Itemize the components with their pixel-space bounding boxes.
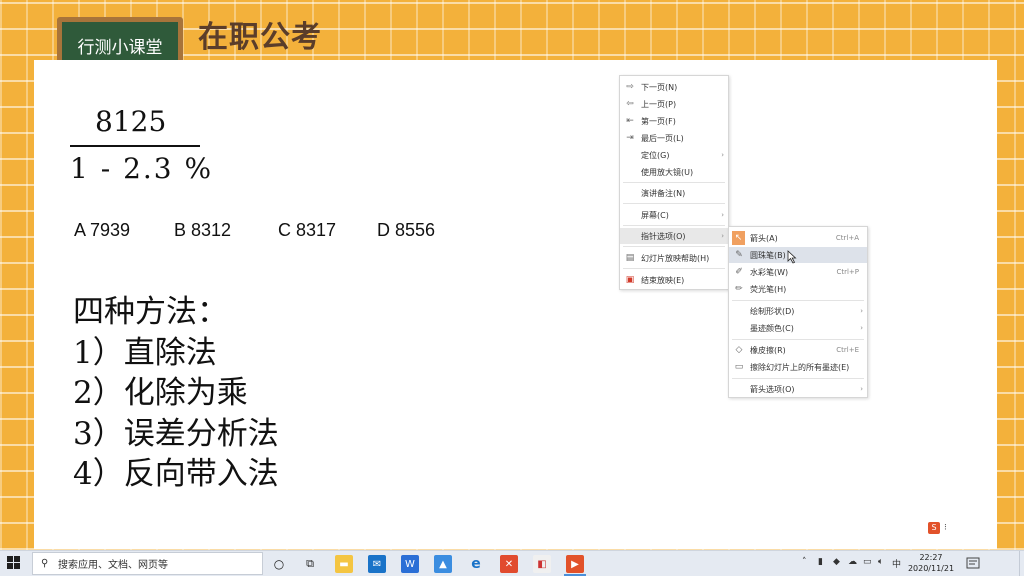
cloud-icon[interactable]: ☁ xyxy=(848,557,857,567)
menu-item-previous[interactable]: ⇦ 上一页(P) xyxy=(620,96,728,112)
search-icon: ⚲ xyxy=(41,558,49,569)
arrow-left-icon: ⇦ xyxy=(626,99,634,109)
chevron-up-icon[interactable]: ˄ xyxy=(802,557,807,567)
slideshow-context-menu: ⇨ 下一页(N) ⇦ 上一页(P) ⇤ 第一页(F) ⇥ 最后一页(L) 定位(… xyxy=(619,75,729,290)
submenu-item-ballpoint-pen[interactable]: ✎ 圆珠笔(B) xyxy=(729,247,867,263)
submenu-item-ink-color[interactable]: 墨迹颜色(C) › xyxy=(729,320,867,336)
methods-title: 四种方法： xyxy=(73,294,228,330)
fraction-numerator: 8125 xyxy=(95,105,167,138)
methods-list: 四种方法： 1）直除法 2）化除为乘 3）误差分析法 4）反向带入法 xyxy=(73,292,279,495)
method-item: 3）误差分析法 xyxy=(73,415,279,452)
submenu-item-erase-all[interactable]: ▭ 擦除幻灯片上的所有墨迹(E) xyxy=(729,359,867,375)
mouse-cursor-icon xyxy=(787,250,797,264)
chevron-right-icon: › xyxy=(860,324,863,332)
photos-icon[interactable]: ▲ xyxy=(434,555,452,573)
submenu-item-draw-shape[interactable]: 绘制形状(D) › xyxy=(729,303,867,319)
ime-icon[interactable]: 中 xyxy=(892,557,901,570)
menu-divider xyxy=(623,268,725,269)
arrow-right-icon: ⇨ xyxy=(626,82,634,92)
option-b: B 8312 xyxy=(174,220,232,240)
method-item: 2）化除为乘 xyxy=(73,375,248,411)
chevron-right-icon: › xyxy=(721,211,724,219)
option-a: A 7939 xyxy=(74,220,131,240)
chevron-right-icon: › xyxy=(721,232,724,240)
eraser-icon: ◇ xyxy=(735,345,743,355)
menu-item-pointer-options[interactable]: 指针选项(O) › xyxy=(620,228,728,244)
taskbar: ⚲ 搜索应用、文档、网页等 ○ ⧉ ▬ ✉ W ▲ e ✕ ◧ ▶ ˄ ▮ ◆ … xyxy=(0,550,1024,576)
volume-icon[interactable]: 🔈︎ xyxy=(878,557,883,567)
watercolor-pen-icon: ✐ xyxy=(735,267,743,277)
menu-divider xyxy=(623,203,725,204)
option-c: C 8317 xyxy=(278,220,337,240)
menu-item-magnifier[interactable]: 使用放大镜(U) xyxy=(620,164,728,180)
ballpoint-pen-icon: ✎ xyxy=(735,250,743,260)
pointer-options-submenu: ↖ 箭头(A) Ctrl+A ✎ 圆珠笔(B) ✐ 水彩笔(W) Ctrl+P … xyxy=(728,226,868,398)
menu-item-last[interactable]: ⇥ 最后一页(L) xyxy=(620,130,728,146)
security-icon[interactable]: ◆ xyxy=(833,557,840,567)
menu-item-first[interactable]: ⇤ 第一页(F) xyxy=(620,113,728,129)
microphone-icon[interactable]: ▮ xyxy=(818,557,823,567)
mail-icon[interactable]: ✉ xyxy=(368,555,386,573)
cortana-icon[interactable]: ○ xyxy=(270,555,288,573)
option-d: D 8556 xyxy=(377,220,436,240)
menu-item-goto[interactable]: 定位(G) › xyxy=(620,147,728,163)
menu-item-next[interactable]: ⇨ 下一页(N) xyxy=(620,79,728,95)
submenu-item-watercolor-pen[interactable]: ✐ 水彩笔(W) Ctrl+P xyxy=(729,264,867,280)
method-item: 4）反向带入法 xyxy=(73,456,279,492)
menu-item-speaker-notes[interactable]: 演讲备注(N) xyxy=(620,185,728,201)
wps-writer-icon[interactable]: W xyxy=(401,555,419,573)
show-desktop-button[interactable] xyxy=(1019,551,1024,576)
menu-divider xyxy=(623,182,725,183)
task-view-icon[interactable]: ⧉ xyxy=(301,555,319,573)
wps-office-icon[interactable]: ✕ xyxy=(500,555,518,573)
more-icon: ⁝ xyxy=(944,523,947,533)
chevron-right-icon: › xyxy=(860,385,863,393)
wps-slideshow-icon[interactable]: ▶ xyxy=(566,555,584,573)
submenu-item-eraser[interactable]: ◇ 橡皮擦(R) Ctrl+E xyxy=(729,342,867,358)
wps-toolbar-badge[interactable]: S ⁝ xyxy=(928,521,958,535)
fraction-line xyxy=(70,145,200,147)
menu-divider xyxy=(623,246,725,247)
submenu-item-arrow-options[interactable]: 箭头选项(O) › xyxy=(729,381,867,397)
first-page-icon: ⇤ xyxy=(626,116,634,126)
slide-help-icon: ▤ xyxy=(625,253,635,263)
menu-divider xyxy=(732,378,864,379)
wps-presentation-icon[interactable]: ◧ xyxy=(533,555,551,573)
wps-logo-icon: S xyxy=(928,522,940,534)
erase-all-icon: ▭ xyxy=(734,362,744,372)
menu-divider xyxy=(732,300,864,301)
menu-item-end-show[interactable]: ▣ 结束放映(E) xyxy=(620,272,728,288)
windows-start-icon[interactable] xyxy=(7,556,21,570)
edge-browser-icon[interactable]: e xyxy=(467,555,485,573)
highlighter-icon: ✏ xyxy=(735,284,743,294)
arrow-cursor-icon: ↖ xyxy=(732,231,745,245)
file-explorer-icon[interactable]: ▬ xyxy=(335,555,353,573)
fraction-denominator: 1 - 2.3 % xyxy=(70,152,214,185)
menu-divider xyxy=(732,339,864,340)
menu-item-screen[interactable]: 屏幕(C) › xyxy=(620,207,728,223)
brand-title: 在职公考 xyxy=(198,20,322,55)
chevron-right-icon: › xyxy=(721,151,724,159)
last-page-icon: ⇥ xyxy=(626,133,634,143)
network-icon[interactable]: ▭ xyxy=(863,557,872,567)
menu-divider xyxy=(623,225,725,226)
answer-options: A 7939 B 8312 C 8317 D 8556 xyxy=(74,220,435,241)
notification-icon[interactable] xyxy=(962,555,984,573)
menu-item-slideshow-help[interactable]: ▤ 幻灯片放映帮助(H) xyxy=(620,250,728,266)
chevron-right-icon: › xyxy=(860,307,863,315)
taskbar-search-box[interactable]: ⚲ 搜索应用、文档、网页等 xyxy=(32,552,263,575)
taskbar-clock[interactable]: 22:27 2020/11/21 xyxy=(905,552,957,574)
end-show-icon: ▣ xyxy=(625,275,635,285)
submenu-item-highlighter[interactable]: ✏ 荧光笔(H) xyxy=(729,281,867,297)
submenu-item-arrow[interactable]: ↖ 箭头(A) Ctrl+A xyxy=(729,230,867,246)
method-item: 1）直除法 xyxy=(73,334,217,371)
